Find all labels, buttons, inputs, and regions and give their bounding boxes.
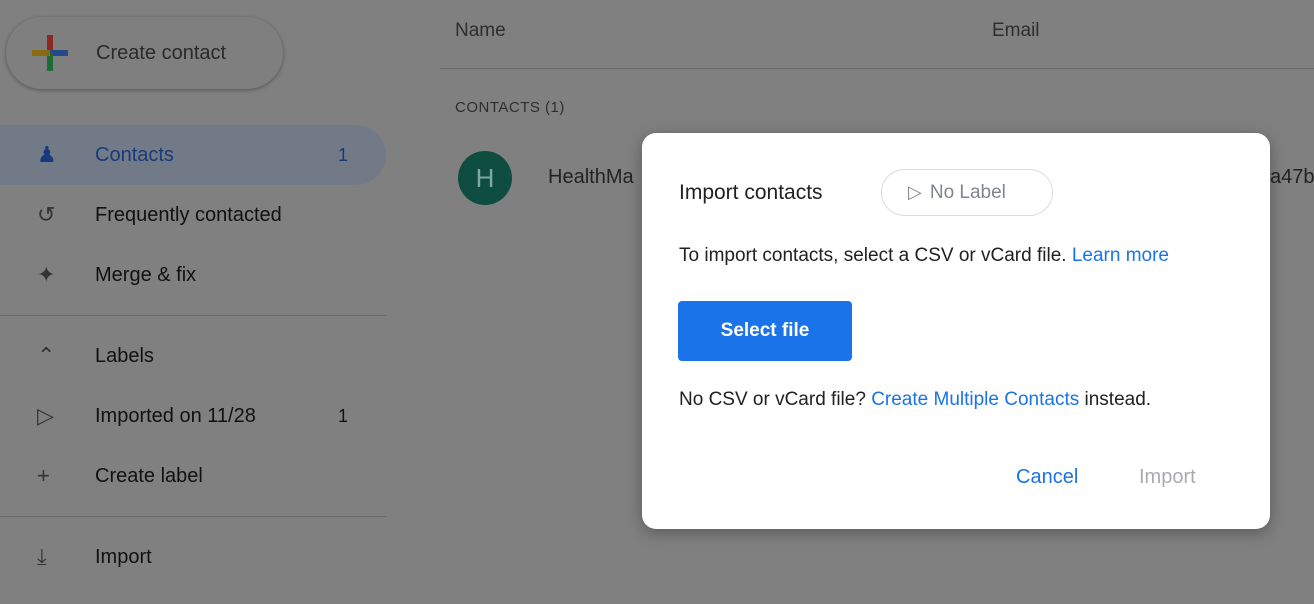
- divider: [0, 516, 386, 517]
- label-chip[interactable]: ▷ No Label: [881, 169, 1053, 216]
- sidebar-item-label: Labels: [95, 344, 154, 367]
- create-contact-button[interactable]: Create contact: [6, 17, 283, 89]
- person-icon: ♟: [37, 142, 57, 167]
- sidebar-item-label: Merge & fix: [95, 263, 197, 286]
- alternative-text: No CSV or vCard file? Create Multiple Co…: [679, 389, 1151, 411]
- label-icon: ▷: [908, 182, 922, 202]
- sidebar-item-label: Create label: [95, 464, 203, 487]
- divider: [0, 315, 386, 316]
- learn-more-link[interactable]: Learn more: [1072, 245, 1169, 266]
- plus-icon: +: [37, 463, 50, 488]
- header-divider: [440, 68, 1314, 69]
- label-chip-text: No Label: [929, 181, 1006, 203]
- sidebar-item-contacts[interactable]: ♟ Contacts 1: [0, 125, 386, 185]
- column-header-name[interactable]: Name: [455, 20, 506, 42]
- sidebar-item-import[interactable]: ⤓ Import: [0, 527, 386, 587]
- description-text: To import contacts, select a CSV or vCar…: [679, 245, 1067, 266]
- avatar[interactable]: H: [458, 151, 512, 205]
- label-count: 1: [337, 405, 348, 426]
- sidebar-item-label: Frequently contacted: [95, 203, 282, 226]
- alt-suffix: instead.: [1084, 389, 1152, 410]
- cancel-button[interactable]: Cancel: [1016, 466, 1078, 489]
- sidebar-item-labels[interactable]: ⌃ Labels: [0, 326, 386, 386]
- upload-icon: ⤓: [37, 544, 47, 569]
- sidebar-item-label: Imported on 11/28: [95, 404, 256, 427]
- sidebar-item-label: Import: [95, 545, 152, 568]
- sidebar-item-merge-fix[interactable]: ✦ Merge & fix: [0, 245, 386, 305]
- section-title: CONTACTS (1): [455, 99, 565, 116]
- dialog-description: To import contacts, select a CSV or vCar…: [679, 245, 1169, 267]
- label-icon: ▷: [37, 403, 54, 428]
- sidebar-item-create-label[interactable]: + Create label: [0, 446, 386, 506]
- column-header-email[interactable]: Email: [992, 20, 1040, 42]
- contact-name[interactable]: HealthMa: [548, 166, 634, 189]
- create-contact-label: Create contact: [96, 41, 227, 64]
- select-file-button[interactable]: Select file: [678, 301, 852, 361]
- merge-fix-icon: ✦: [37, 262, 56, 287]
- sidebar-item-frequently-contacted[interactable]: ↺ Frequently contacted: [0, 185, 386, 245]
- import-button[interactable]: Import: [1139, 466, 1196, 489]
- import-contacts-dialog: Import contacts ▷ No Label To import con…: [642, 133, 1270, 529]
- contacts-count: 1: [337, 144, 348, 165]
- alt-prefix: No CSV or vCard file?: [679, 389, 866, 410]
- contact-email: a47b0: [1270, 166, 1314, 188]
- history-icon: ↺: [37, 202, 56, 227]
- google-plus-icon: [32, 35, 68, 71]
- sidebar-item-label: Contacts: [95, 143, 174, 166]
- chevron-up-icon: ⌃: [37, 343, 56, 368]
- sidebar-item-imported-label[interactable]: ▷ Imported on 11/28 1: [0, 386, 386, 446]
- dialog-title: Import contacts: [679, 181, 823, 204]
- create-multiple-contacts-link[interactable]: Create Multiple Contacts: [871, 389, 1079, 410]
